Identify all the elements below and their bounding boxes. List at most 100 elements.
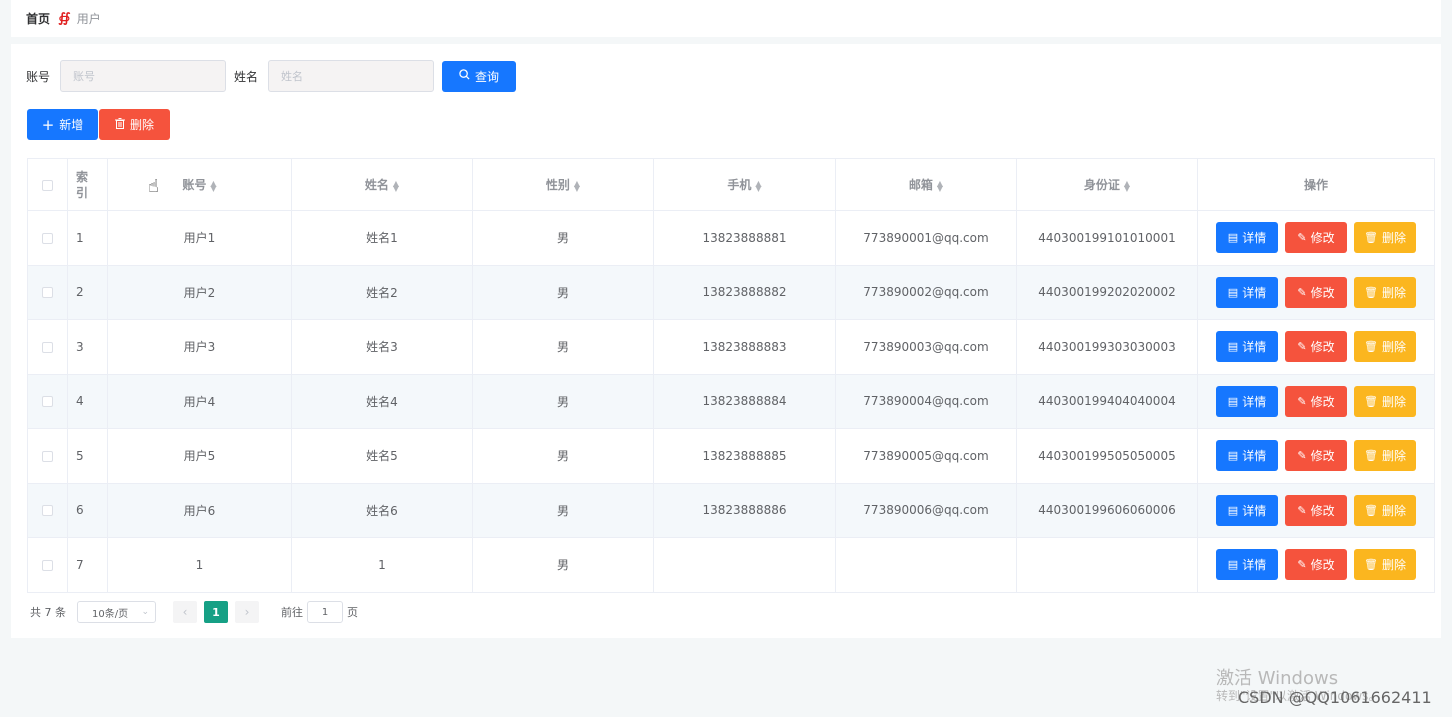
row-checkbox[interactable] [42, 505, 53, 517]
breadcrumb-current: 用户 [76, 12, 101, 26]
cell-name: 姓名3 [291, 319, 473, 375]
account-input[interactable] [60, 60, 227, 92]
remove-button[interactable]: 🗑 删除 [1354, 276, 1416, 308]
cell-idcard: 440300199202020002 [1016, 264, 1198, 320]
select-all-checkbox-cell[interactable] [27, 158, 68, 211]
detail-button[interactable]: ▤ 详情 [1216, 494, 1278, 526]
cell-phone: 13823888885 [653, 428, 836, 484]
pencil-icon: ✎ [1297, 394, 1307, 408]
header-idcard[interactable]: 身份证 ▲ ▼ [1016, 158, 1198, 211]
breadcrumb-home[interactable]: 首页 [26, 10, 50, 27]
edit-button[interactable]: ✎ 修改 [1285, 549, 1347, 581]
row-checkbox[interactable] [42, 396, 53, 408]
search-bar: 账号 姓名 查询 [26, 60, 517, 92]
cell-ops: ▤ 详情 ✎ 修改 🗑 删除 [1197, 319, 1435, 375]
add-button[interactable]: + 新增 [27, 109, 98, 140]
row-checkbox-cell[interactable] [27, 210, 68, 266]
sort-icon[interactable]: ▲ ▼ [393, 179, 399, 192]
remove-button[interactable]: 🗑 删除 [1354, 385, 1416, 417]
row-checkbox-cell[interactable] [27, 264, 68, 320]
detail-button[interactable]: ▤ 详情 [1216, 331, 1278, 363]
row-checkbox[interactable] [42, 559, 53, 571]
cell-phone: 13823888883 [653, 319, 836, 375]
header-gender[interactable]: 性别 ▲ ▼ [472, 158, 654, 211]
sort-icon[interactable]: ▲ ▼ [755, 179, 761, 192]
document-icon: ▤ [1227, 558, 1239, 572]
pencil-icon: ✎ [1297, 449, 1307, 463]
chevron-down-icon: ⌄ [141, 607, 149, 617]
sort-icon[interactable]: ▲ ▼ [210, 179, 216, 192]
cell-email: 773890006@qq.com [835, 482, 1017, 538]
trash-icon: 🗑 [1364, 558, 1378, 572]
detail-button[interactable]: ▤ 详情 [1216, 222, 1278, 254]
header-email[interactable]: 邮箱 ▲ ▼ [835, 158, 1017, 211]
trash-icon: 🗑 [1364, 340, 1378, 354]
cell-account: 用户5 [107, 428, 292, 484]
sort-icon[interactable]: ▲ ▼ [574, 179, 580, 192]
cell-email: 773890001@qq.com [835, 210, 1017, 266]
trash-icon: 🗑 [1364, 231, 1378, 245]
cell-phone: 13823888884 [653, 373, 836, 429]
header-phone[interactable]: 手机 ▲ ▼ [653, 158, 836, 211]
header-name[interactable]: 姓名 ▲ ▼ [291, 158, 473, 211]
account-label: 账号 [26, 69, 51, 84]
header-account[interactable]: 账号 ▲ ▼ [107, 158, 292, 211]
detail-button[interactable]: ▤ 详情 [1216, 549, 1278, 581]
row-checkbox-cell[interactable] [27, 428, 68, 484]
trash-icon [114, 117, 125, 132]
row-checkbox-cell[interactable] [27, 537, 68, 593]
cell-idcard: 440300199505050005 [1016, 428, 1198, 484]
sort-icon[interactable]: ▲ ▼ [1124, 179, 1130, 192]
detail-button[interactable]: ▤ 详情 [1216, 385, 1278, 417]
edit-button[interactable]: ✎ 修改 [1285, 222, 1347, 254]
cell-name: 姓名4 [291, 373, 473, 429]
remove-button[interactable]: 🗑 删除 [1354, 440, 1416, 472]
detail-button[interactable]: ▤ 详情 [1216, 276, 1278, 308]
delete-button[interactable]: 删除 [99, 109, 170, 140]
cell-index: 6 [67, 482, 108, 538]
row-checkbox[interactable] [42, 287, 53, 299]
edit-button[interactable]: ✎ 修改 [1285, 331, 1347, 363]
edit-button[interactable]: ✎ 修改 [1285, 440, 1347, 472]
row-checkbox-cell[interactable] [27, 319, 68, 375]
row-checkbox[interactable] [42, 341, 53, 353]
row-checkbox-cell[interactable] [27, 482, 68, 538]
table-row: 2 用户2 姓名2 男 13823888882 773890002@qq.com 44030… [27, 264, 1435, 320]
goto-page-input[interactable] [307, 601, 343, 623]
detail-button[interactable]: ▤ 详情 [1216, 440, 1278, 472]
document-icon: ▤ [1227, 394, 1239, 408]
name-input[interactable] [268, 60, 435, 92]
edit-button[interactable]: ✎ 修改 [1285, 385, 1347, 417]
cell-index: 1 [67, 210, 108, 266]
document-icon: ▤ [1227, 231, 1239, 245]
page-number-active[interactable]: 1 [204, 601, 228, 623]
next-page-button[interactable]: › [235, 601, 259, 623]
cell-ops: ▤ 详情 ✎ 修改 🗑 删除 [1197, 428, 1435, 484]
header-index: 索引 [67, 158, 108, 211]
goto-page: 前往 页 [281, 601, 358, 623]
prev-page-button[interactable]: ‹ [173, 601, 197, 623]
breadcrumb-separator-icon: ∯ [58, 11, 71, 26]
remove-button[interactable]: 🗑 删除 [1354, 222, 1416, 254]
row-checkbox-cell[interactable] [27, 373, 68, 429]
remove-button[interactable]: 🗑 删除 [1354, 549, 1416, 581]
edit-button[interactable]: ✎ 修改 [1285, 276, 1347, 308]
cell-gender: 男 [472, 264, 654, 320]
cell-gender: 男 [472, 373, 654, 429]
cell-account: 1 [107, 537, 292, 593]
cell-account: 用户3 [107, 319, 292, 375]
remove-button[interactable]: 🗑 删除 [1354, 331, 1416, 363]
page-size-select[interactable]: 10条/页 ⌄ [77, 601, 156, 623]
sort-icon[interactable]: ▲ ▼ [937, 179, 943, 192]
pencil-icon: ✎ [1297, 558, 1307, 572]
select-all-checkbox[interactable] [42, 179, 53, 191]
edit-button[interactable]: ✎ 修改 [1285, 494, 1347, 526]
remove-button[interactable]: 🗑 删除 [1354, 494, 1416, 526]
row-checkbox[interactable] [42, 232, 53, 244]
row-checkbox[interactable] [42, 450, 53, 462]
query-button[interactable]: 查询 [442, 60, 517, 92]
hand-cursor-icon: ☝ [148, 176, 159, 197]
table-row: 3 用户3 姓名3 男 13823888883 773890003@qq.com 44030… [27, 319, 1435, 375]
breadcrumb: 首页 ∯ 用户 [11, 0, 1441, 37]
pencil-icon: ✎ [1297, 503, 1307, 517]
